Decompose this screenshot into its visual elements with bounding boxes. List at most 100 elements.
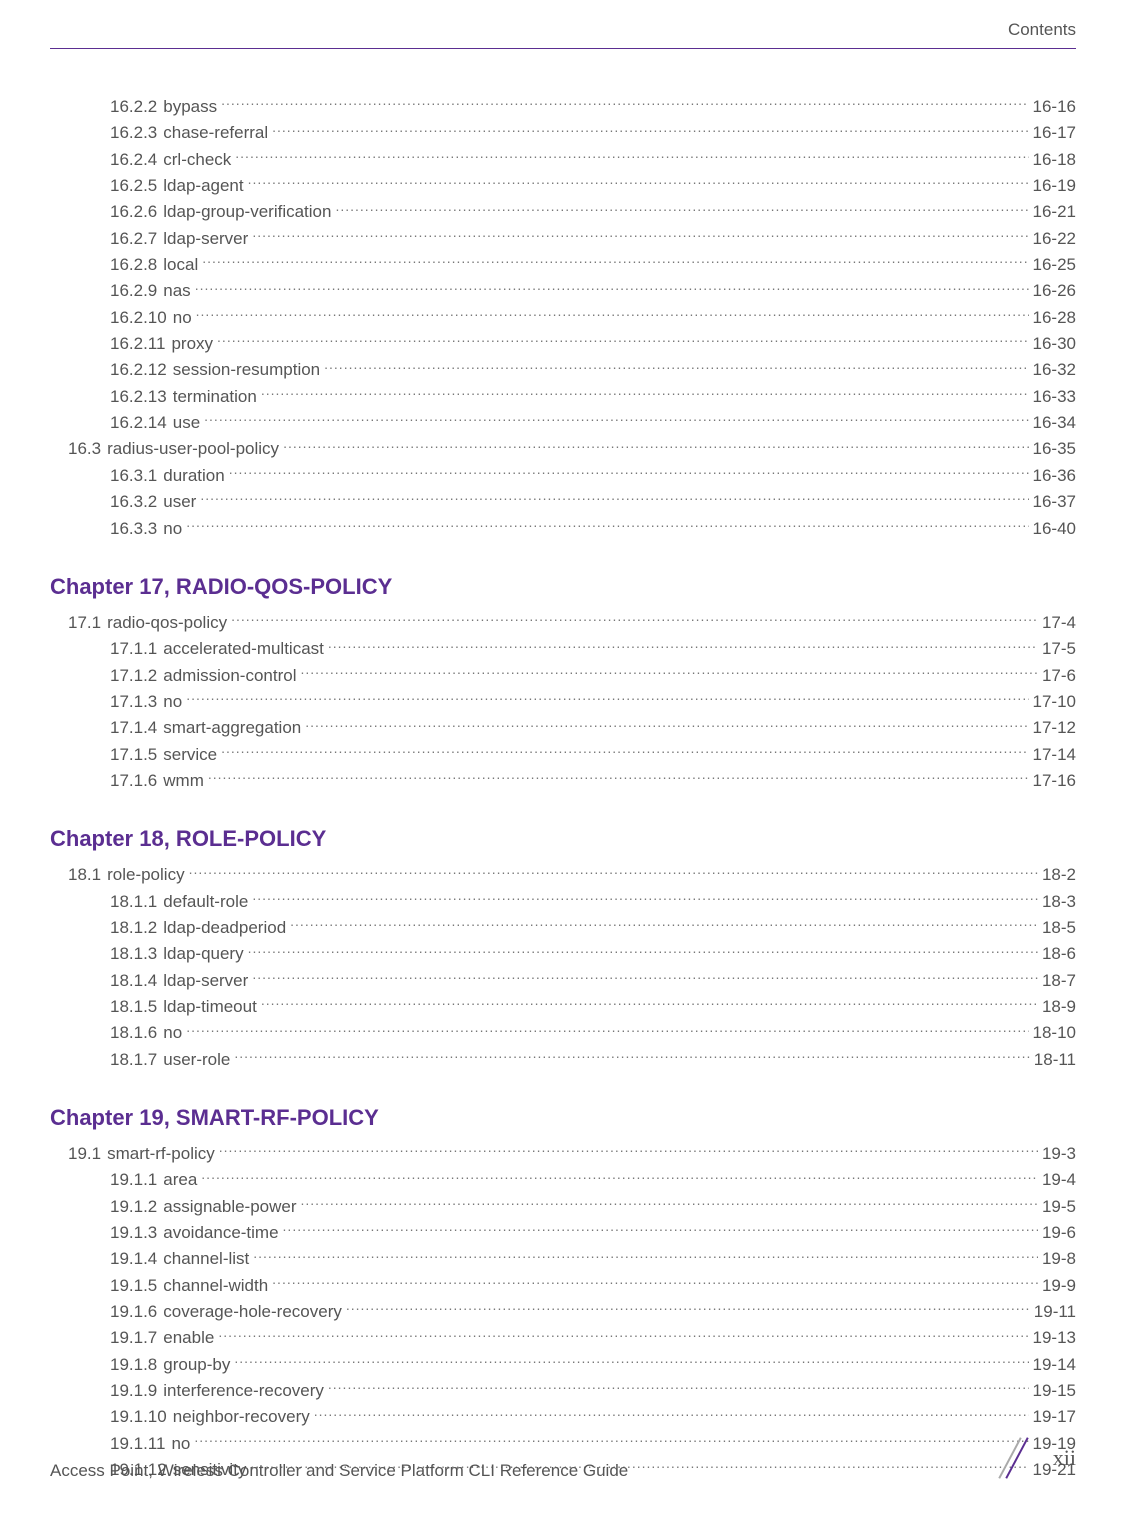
toc-row[interactable]: 16.3.2user16-37 [50, 489, 1076, 515]
toc-entry-page: 16-25 [1033, 252, 1076, 278]
toc-entry-title: assignable-power [163, 1194, 296, 1220]
toc-entry-title: smart-aggregation [163, 715, 301, 741]
toc-row[interactable]: 17.1.6wmm17-16 [50, 768, 1076, 794]
toc-entry-number: 16.2.9 [110, 278, 157, 304]
toc-entry-title: termination [173, 384, 257, 410]
toc-entry-number: 17.1.3 [110, 689, 157, 715]
toc-entry-title: radius-user-pool-policy [107, 436, 279, 462]
toc-row[interactable]: 16.2.10no16-28 [50, 305, 1076, 331]
toc-row[interactable]: 18.1role-policy18-2 [50, 862, 1076, 888]
toc-entry-page: 17-14 [1033, 742, 1076, 768]
toc-leader-dots [221, 95, 1028, 112]
toc-row[interactable]: 16.2.14use16-34 [50, 410, 1076, 436]
toc-row[interactable]: 18.1.1default-role18-3 [50, 889, 1076, 915]
toc-row[interactable]: 18.1.6no18-10 [50, 1020, 1076, 1046]
toc-leader-dots [301, 1195, 1038, 1212]
toc-entry-number: 18.1.5 [110, 994, 157, 1020]
footer-slash-icon [993, 1435, 1039, 1481]
toc-row[interactable]: 16.2.3chase-referral16-17 [50, 120, 1076, 146]
toc-entry-page: 16-28 [1033, 305, 1076, 331]
toc-row[interactable]: 19.1.4channel-list19-8 [50, 1246, 1076, 1272]
toc-entry-number: 18.1.2 [110, 915, 157, 941]
toc-row[interactable]: 16.3.1duration16-36 [50, 463, 1076, 489]
toc-leader-dots [186, 1021, 1028, 1038]
toc-row[interactable]: 16.2.13termination16-33 [50, 384, 1076, 410]
toc-entry-number: 19.1.5 [110, 1273, 157, 1299]
toc-row[interactable]: 16.2.2bypass16-16 [50, 94, 1076, 120]
toc-entry-page: 18-9 [1042, 994, 1076, 1020]
toc-leader-dots [314, 1405, 1029, 1422]
toc-leader-dots [235, 148, 1028, 165]
toc-entry-number: 16.2.14 [110, 410, 167, 436]
toc-row[interactable]: 19.1.3avoidance-time19-6 [50, 1220, 1076, 1246]
toc-leader-dots [252, 890, 1038, 907]
toc-entry-number: 18.1.3 [110, 941, 157, 967]
toc-entry-page: 16-30 [1033, 331, 1076, 357]
toc-entry-page: 19-11 [1034, 1299, 1076, 1325]
toc-leader-dots [248, 174, 1029, 191]
toc-leader-dots [290, 916, 1038, 933]
toc-row[interactable]: 19.1smart-rf-policy19-3 [50, 1141, 1076, 1167]
toc-row[interactable]: 18.1.2ldap-deadperiod18-5 [50, 915, 1076, 941]
toc-entry-number: 16.3.3 [110, 516, 157, 542]
toc-row[interactable]: 16.2.7ldap-server16-22 [50, 226, 1076, 252]
toc-entry-page: 16-18 [1033, 147, 1076, 173]
toc-entry-number: 17.1.2 [110, 663, 157, 689]
toc-row[interactable]: 18.1.7user-role18-11 [50, 1047, 1076, 1073]
toc-entry-page: 18-11 [1034, 1047, 1076, 1073]
toc-row[interactable]: 19.1.10neighbor-recovery19-17 [50, 1404, 1076, 1430]
toc-row[interactable]: 19.1.2assignable-power 19-5 [50, 1194, 1076, 1220]
toc-row[interactable]: 18.1.5ldap-timeout 18-9 [50, 994, 1076, 1020]
toc-entry-title: radio-qos-policy [107, 610, 227, 636]
toc-leader-dots [328, 637, 1038, 654]
toc-row[interactable]: 19.1.1area19-4 [50, 1167, 1076, 1193]
toc-entry-page: 16-35 [1033, 436, 1076, 462]
toc-entry-title: ldap-group-verification [163, 199, 331, 225]
toc-row[interactable]: 19.1.6coverage-hole-recovery19-11 [50, 1299, 1076, 1325]
toc-entry-page: 16-17 [1033, 120, 1076, 146]
toc-row[interactable]: 17.1.4smart-aggregation17-12 [50, 715, 1076, 741]
toc-entry-page: 19-5 [1042, 1194, 1076, 1220]
toc-leader-dots [221, 743, 1028, 760]
toc-row[interactable]: 17.1.5service17-14 [50, 742, 1076, 768]
toc-row[interactable]: 17.1.1accelerated-multicast17-5 [50, 636, 1076, 662]
toc-entry-title: role-policy [107, 862, 184, 888]
toc-row[interactable]: 19.1.8group-by19-14 [50, 1352, 1076, 1378]
toc-entry-number: 19.1.9 [110, 1378, 157, 1404]
toc-row[interactable]: 16.2.5ldap-agent16-19 [50, 173, 1076, 199]
toc-row[interactable]: 16.2.4crl-check16-18 [50, 147, 1076, 173]
toc-entry-number: 19.1.2 [110, 1194, 157, 1220]
toc-row[interactable]: 19.1.5channel-width19-9 [50, 1273, 1076, 1299]
toc-entry-page: 16-19 [1033, 173, 1076, 199]
toc-row[interactable]: 19.1.7enable19-13 [50, 1325, 1076, 1351]
toc-entry-page: 16-21 [1033, 199, 1076, 225]
toc-row[interactable]: 18.1.4ldap-server18-7 [50, 968, 1076, 994]
toc-entry-number: 16.2.5 [110, 173, 157, 199]
toc-row[interactable]: 16.2.12session-resumption16-32 [50, 357, 1076, 383]
toc-entry-number: 19.1.3 [110, 1220, 157, 1246]
toc-entry-title: duration [163, 463, 224, 489]
toc-entry-title: default-role [163, 889, 248, 915]
toc-row[interactable]: 16.2.8local16-25 [50, 252, 1076, 278]
toc-entry-number: 17.1.5 [110, 742, 157, 768]
toc-row[interactable]: 17.1.2admission-control17-6 [50, 663, 1076, 689]
toc-entry-title: ldap-timeout [163, 994, 257, 1020]
toc-entry-page: 16-33 [1033, 384, 1076, 410]
toc-row[interactable]: 16.2.11proxy16-30 [50, 331, 1076, 357]
toc-entry-number: 19.1.10 [110, 1404, 167, 1430]
toc-row[interactable]: 17.1radio-qos-policy17-4 [50, 610, 1076, 636]
toc-row[interactable]: 19.1.9interference-recovery19-15 [50, 1378, 1076, 1404]
toc-row[interactable]: 17.1.3no17-10 [50, 689, 1076, 715]
toc-entry-page: 18-5 [1042, 915, 1076, 941]
toc-row[interactable]: 16.2.9nas16-26 [50, 278, 1076, 304]
toc-row[interactable]: 16.2.6ldap-group-verification16-21 [50, 199, 1076, 225]
toc-entry-page: 19-6 [1042, 1220, 1076, 1246]
toc-entry-page: 19-15 [1033, 1378, 1076, 1404]
toc-entry-page: 19-17 [1033, 1404, 1076, 1430]
toc-leader-dots [253, 1247, 1038, 1264]
toc-entry-page: 16-34 [1033, 410, 1076, 436]
toc-row[interactable]: 18.1.3ldap-query18-6 [50, 941, 1076, 967]
toc-row[interactable]: 16.3radius-user-pool-policy 16-35 [50, 436, 1076, 462]
toc-entry-number: 16.3 [68, 436, 101, 462]
toc-row[interactable]: 16.3.3no16-40 [50, 516, 1076, 542]
